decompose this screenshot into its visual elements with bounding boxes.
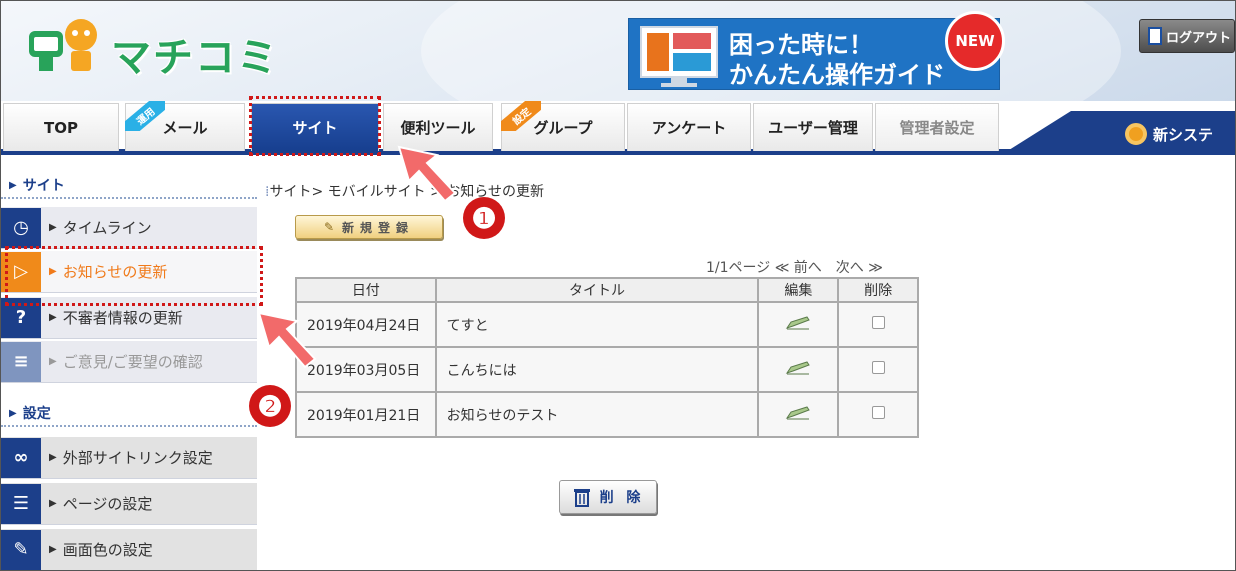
ribbon-settings: 設定	[501, 101, 541, 131]
sidebar-item-label: 外部サイトリンク設定	[62, 449, 213, 467]
tab-admin-settings[interactable]: 管理者設定	[875, 103, 999, 151]
app-frame: マチコミ 困った時に！ かんたん操作ガイド NEW ログアウト 新システ TOP…	[0, 0, 1236, 571]
sidebar: ▶ サイト ◷ ▶ タイムライン ▷ ▶ お知らせの更新 ? ▶ 不審者情報の更新…	[1, 173, 257, 570]
edit-note-icon: ✎	[323, 220, 335, 234]
sidebar-item-external-link[interactable]: ∞ ▶ 外部サイトリンク設定	[1, 437, 257, 479]
delete-checkbox[interactable]	[871, 406, 885, 419]
banner-line2: かんたん操作ガイド	[729, 61, 945, 89]
arrow-right-icon: ▶	[49, 312, 57, 323]
delete-cell	[837, 301, 919, 348]
header-edit: 編集	[757, 277, 840, 303]
clock-icon: ◷	[1, 207, 41, 248]
edit-cell[interactable]	[757, 346, 840, 393]
pencil-icon[interactable]	[785, 360, 811, 375]
table-row: 2019年01月21日 お知らせのテスト	[295, 391, 919, 438]
gear-icon	[1125, 123, 1147, 145]
row-title: お知らせのテスト	[434, 391, 760, 438]
arrow-right-icon: ▶	[49, 498, 57, 509]
header-delete: 削除	[837, 277, 919, 303]
new-register-button[interactable]: ✎ 新規登録	[295, 215, 443, 239]
arrow-right-icon: ▶	[49, 452, 57, 463]
logout-label: ログアウト	[1166, 30, 1232, 46]
tab-label: アンケート	[651, 119, 727, 137]
header-title: タイトル	[434, 277, 760, 303]
tab-label: 管理者設定	[899, 119, 975, 137]
section-label: 設定	[22, 406, 51, 422]
delete-checkbox[interactable]	[871, 316, 885, 329]
highlight-news-item	[5, 246, 263, 306]
door-icon	[1148, 27, 1162, 45]
tab-label: グループ	[533, 119, 593, 137]
pen-icon: ✎	[1, 529, 41, 570]
new-badge: NEW	[945, 11, 1005, 71]
table-row: 2019年03月05日 こんちには	[295, 346, 919, 393]
document-icon: ≡	[1, 341, 41, 382]
section-label: サイト	[22, 178, 65, 194]
delete-cell	[837, 391, 919, 438]
sidebar-item-label: タイムライン	[62, 219, 152, 237]
new-system-link[interactable]: 新システ	[1125, 123, 1213, 145]
pager[interactable]: 1/1ページ ≪ 前へ 次へ ≫	[706, 257, 883, 277]
tab-user-management[interactable]: ユーザー管理	[753, 103, 873, 151]
tab-label: 便利ツール	[400, 119, 476, 137]
table-row: 2019年04月24日 てすと	[295, 301, 919, 348]
page-icon: ☰	[1, 483, 41, 524]
link-icon: ∞	[1, 437, 41, 478]
row-date: 2019年01月21日	[295, 391, 437, 438]
logo-mascot-icon	[29, 19, 97, 71]
header-date: 日付	[295, 277, 437, 303]
tab-label: メール	[162, 119, 208, 137]
logout-button[interactable]: ログアウト	[1139, 19, 1235, 53]
sidebar-item-label: 画面色の設定	[62, 541, 153, 559]
trash-icon	[573, 489, 590, 507]
row-title: こんちには	[434, 346, 760, 393]
pencil-icon[interactable]	[785, 405, 811, 420]
tab-top[interactable]: TOP	[3, 103, 119, 151]
ribbon-label: 運用	[125, 101, 165, 131]
arrow-right-icon: ▶	[49, 544, 57, 555]
new-register-label: 新規登録	[342, 220, 415, 235]
edit-cell[interactable]	[757, 391, 840, 438]
news-table: 日付 タイトル 編集 削除 2019年04月24日 てすと 2019年03月05…	[295, 277, 919, 438]
logo-text: マチコミ	[111, 35, 279, 81]
delete-checkbox[interactable]	[871, 361, 885, 374]
delete-button[interactable]: 削 除	[559, 480, 657, 514]
pencil-icon[interactable]	[785, 315, 811, 330]
monitor-icon	[640, 26, 718, 87]
step-badge-1: ❶	[463, 197, 505, 239]
arrow-pointer-2-icon	[257, 311, 317, 369]
logo[interactable]: マチコミ	[25, 15, 285, 81]
arrow-right-icon: ▶	[9, 407, 17, 419]
sidebar-item-feedback[interactable]: ≡ ▶ ご意見/ご要望の確認	[1, 341, 257, 383]
arrow-right-icon: ▶	[9, 179, 17, 191]
tab-survey[interactable]: アンケート	[627, 103, 751, 151]
sidebar-item-color-settings[interactable]: ✎ ▶ 画面色の設定	[1, 529, 257, 570]
sidebar-item-label: 不審者情報の更新	[62, 309, 183, 327]
sidebar-item-page-settings[interactable]: ☰ ▶ ページの設定	[1, 483, 257, 525]
tab-label: ユーザー管理	[768, 119, 858, 137]
ribbon-operation: 運用	[125, 101, 165, 131]
edit-cell[interactable]	[757, 301, 840, 348]
ribbon-label: 設定	[501, 101, 541, 131]
arrow-right-icon: ▶	[49, 356, 57, 367]
arrow-right-icon: ▶	[49, 222, 57, 233]
highlight-site-tab	[249, 96, 381, 156]
delete-label: 削 除	[599, 490, 645, 506]
row-title: てすと	[434, 301, 760, 348]
sidebar-item-label: ページの設定	[62, 495, 153, 513]
table-header-row: 日付 タイトル 編集 削除	[295, 277, 919, 303]
step-badge-2: ❷	[249, 385, 291, 427]
tab-label: TOP	[44, 118, 78, 137]
arrow-pointer-1-icon	[397, 145, 457, 203]
delete-cell	[837, 346, 919, 393]
sidebar-section-settings: ▶ 設定	[1, 401, 257, 427]
sidebar-section-site: ▶ サイト	[1, 173, 257, 199]
sidebar-item-label: ご意見/ご要望の確認	[62, 353, 203, 371]
new-system-label: 新システ	[1153, 125, 1214, 144]
guide-banner[interactable]: 困った時に！ かんたん操作ガイド	[628, 18, 1000, 90]
sidebar-item-timeline[interactable]: ◷ ▶ タイムライン	[1, 207, 257, 249]
